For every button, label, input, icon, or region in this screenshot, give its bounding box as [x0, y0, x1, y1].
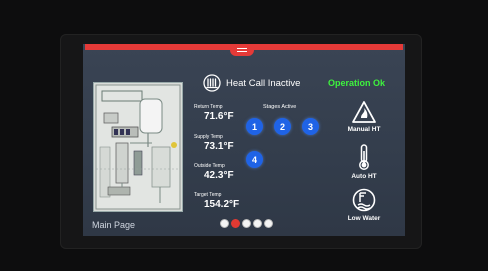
outside-temp-value: 42.3°F — [204, 170, 234, 181]
low-water-icon — [352, 188, 376, 212]
stage-3-indicator: 3 — [302, 118, 319, 135]
supply-temp: Supply Temp 73.1°F — [194, 134, 234, 152]
warning-triangle-icon — [352, 101, 376, 123]
boiler-schematic[interactable] — [93, 82, 183, 212]
auto-ht-label: Auto HT — [351, 173, 377, 180]
page-dot-active[interactable] — [231, 219, 240, 228]
target-temp-value: 154.2°F — [204, 199, 240, 210]
heat-call-status: Heat Call Inactive — [226, 78, 301, 89]
outside-temp-label: Outside Temp — [194, 163, 225, 169]
page-dot[interactable] — [264, 219, 273, 228]
stages-active-label: Stages Active — [263, 104, 297, 110]
page-dot[interactable] — [242, 219, 251, 228]
menu-pull-tab[interactable] — [230, 44, 254, 56]
boiler-schematic-drawing — [95, 84, 181, 210]
target-temp: Target Temp 154.2°F — [194, 192, 239, 210]
manual-ht-button[interactable]: Manual HT — [339, 100, 389, 133]
stage-2-indicator: 2 — [274, 118, 291, 135]
manual-ht-label: Manual HT — [347, 126, 381, 133]
page-dot[interactable] — [253, 219, 262, 228]
stage-4-indicator: 4 — [246, 151, 263, 168]
heating-coil-icon — [203, 74, 221, 92]
return-temp-value: 71.6°F — [204, 111, 234, 122]
auto-ht-button[interactable]: Auto HT — [339, 143, 389, 180]
low-water-label: Low Water — [347, 215, 381, 222]
outside-temp: Outside Temp 42.3°F — [194, 163, 234, 181]
supply-temp-value: 73.1°F — [204, 141, 234, 152]
return-temp: Return Temp 71.6°F — [194, 104, 234, 122]
stage-1-indicator: 1 — [246, 118, 263, 135]
page-label: Main Page — [92, 220, 136, 230]
controller-screen: Main Page Heat Call Inactive Operation O… — [83, 44, 405, 236]
return-temp-label: Return Temp — [194, 104, 223, 110]
thermometer-icon — [359, 144, 369, 170]
target-temp-label: Target Temp — [194, 192, 222, 198]
supply-temp-label: Supply Temp — [194, 134, 223, 140]
low-water-button[interactable]: Low Water — [339, 187, 389, 222]
operation-status: Operation Ok — [328, 78, 386, 88]
page-dot[interactable] — [220, 219, 229, 228]
page-indicator[interactable] — [220, 219, 273, 228]
